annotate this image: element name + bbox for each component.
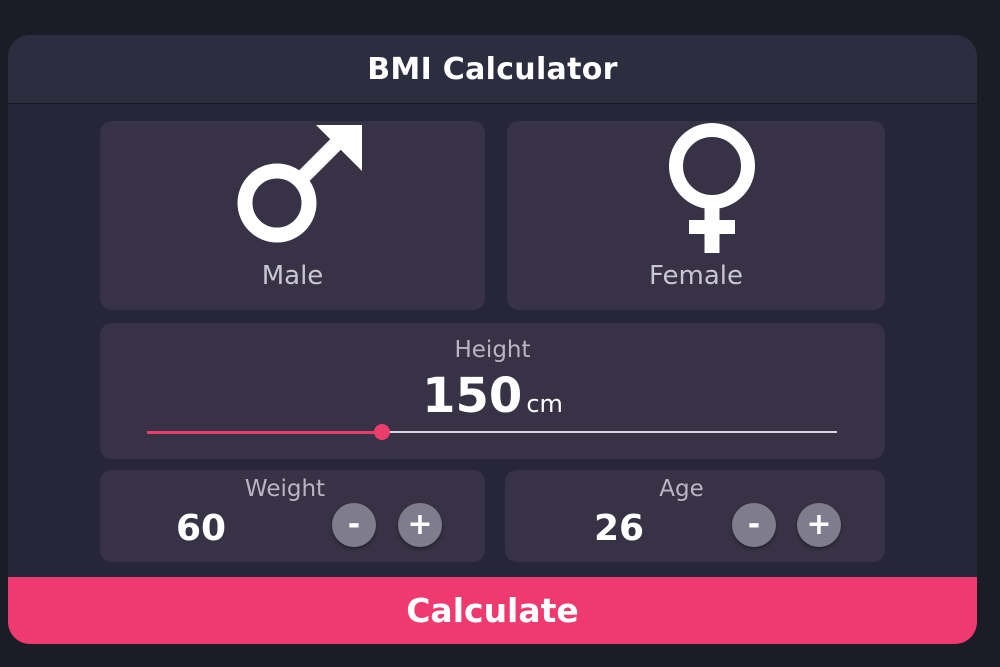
height-slider-thumb[interactable] <box>373 424 390 440</box>
minus-icon: - <box>747 507 761 542</box>
male-card[interactable]: Male <box>100 121 485 310</box>
weight-label: Weight <box>244 476 326 502</box>
height-label: Height <box>454 337 531 363</box>
male-label: Male <box>261 261 324 291</box>
age-card: Age 26 - + <box>505 470 885 562</box>
height-unit: cm <box>526 390 563 418</box>
plus-icon: + <box>407 507 433 542</box>
female-card[interactable]: Female <box>507 121 885 310</box>
calculate-label: Calculate <box>406 591 579 630</box>
minus-icon: - <box>347 507 361 542</box>
female-symbol-icon <box>669 123 755 253</box>
height-value-row: 150 cm <box>100 368 885 424</box>
height-card: Height 150 cm <box>100 323 885 459</box>
weight-card: Weight 60 - + <box>100 470 485 562</box>
height-slider[interactable] <box>147 424 837 440</box>
age-increment-button[interactable]: + <box>797 503 841 547</box>
female-label: Female <box>648 261 743 291</box>
weight-value: 60 <box>176 508 227 549</box>
weight-decrement-button[interactable]: - <box>332 503 376 547</box>
weight-increment-button[interactable]: + <box>398 503 442 547</box>
height-value: 150 <box>422 368 523 424</box>
height-slider-fill <box>147 430 382 434</box>
app-bar: BMI Calculator <box>8 35 977 103</box>
plus-icon: + <box>806 507 832 542</box>
calculate-button[interactable]: Calculate <box>8 577 977 644</box>
age-label: Age <box>659 476 704 502</box>
page-title: BMI Calculator <box>367 51 618 87</box>
bmi-calculator-app: BMI Calculator Male Female Height 150 cm … <box>8 35 977 644</box>
age-decrement-button[interactable]: - <box>732 503 776 547</box>
age-value: 26 <box>594 508 645 549</box>
male-symbol-icon <box>237 125 362 243</box>
